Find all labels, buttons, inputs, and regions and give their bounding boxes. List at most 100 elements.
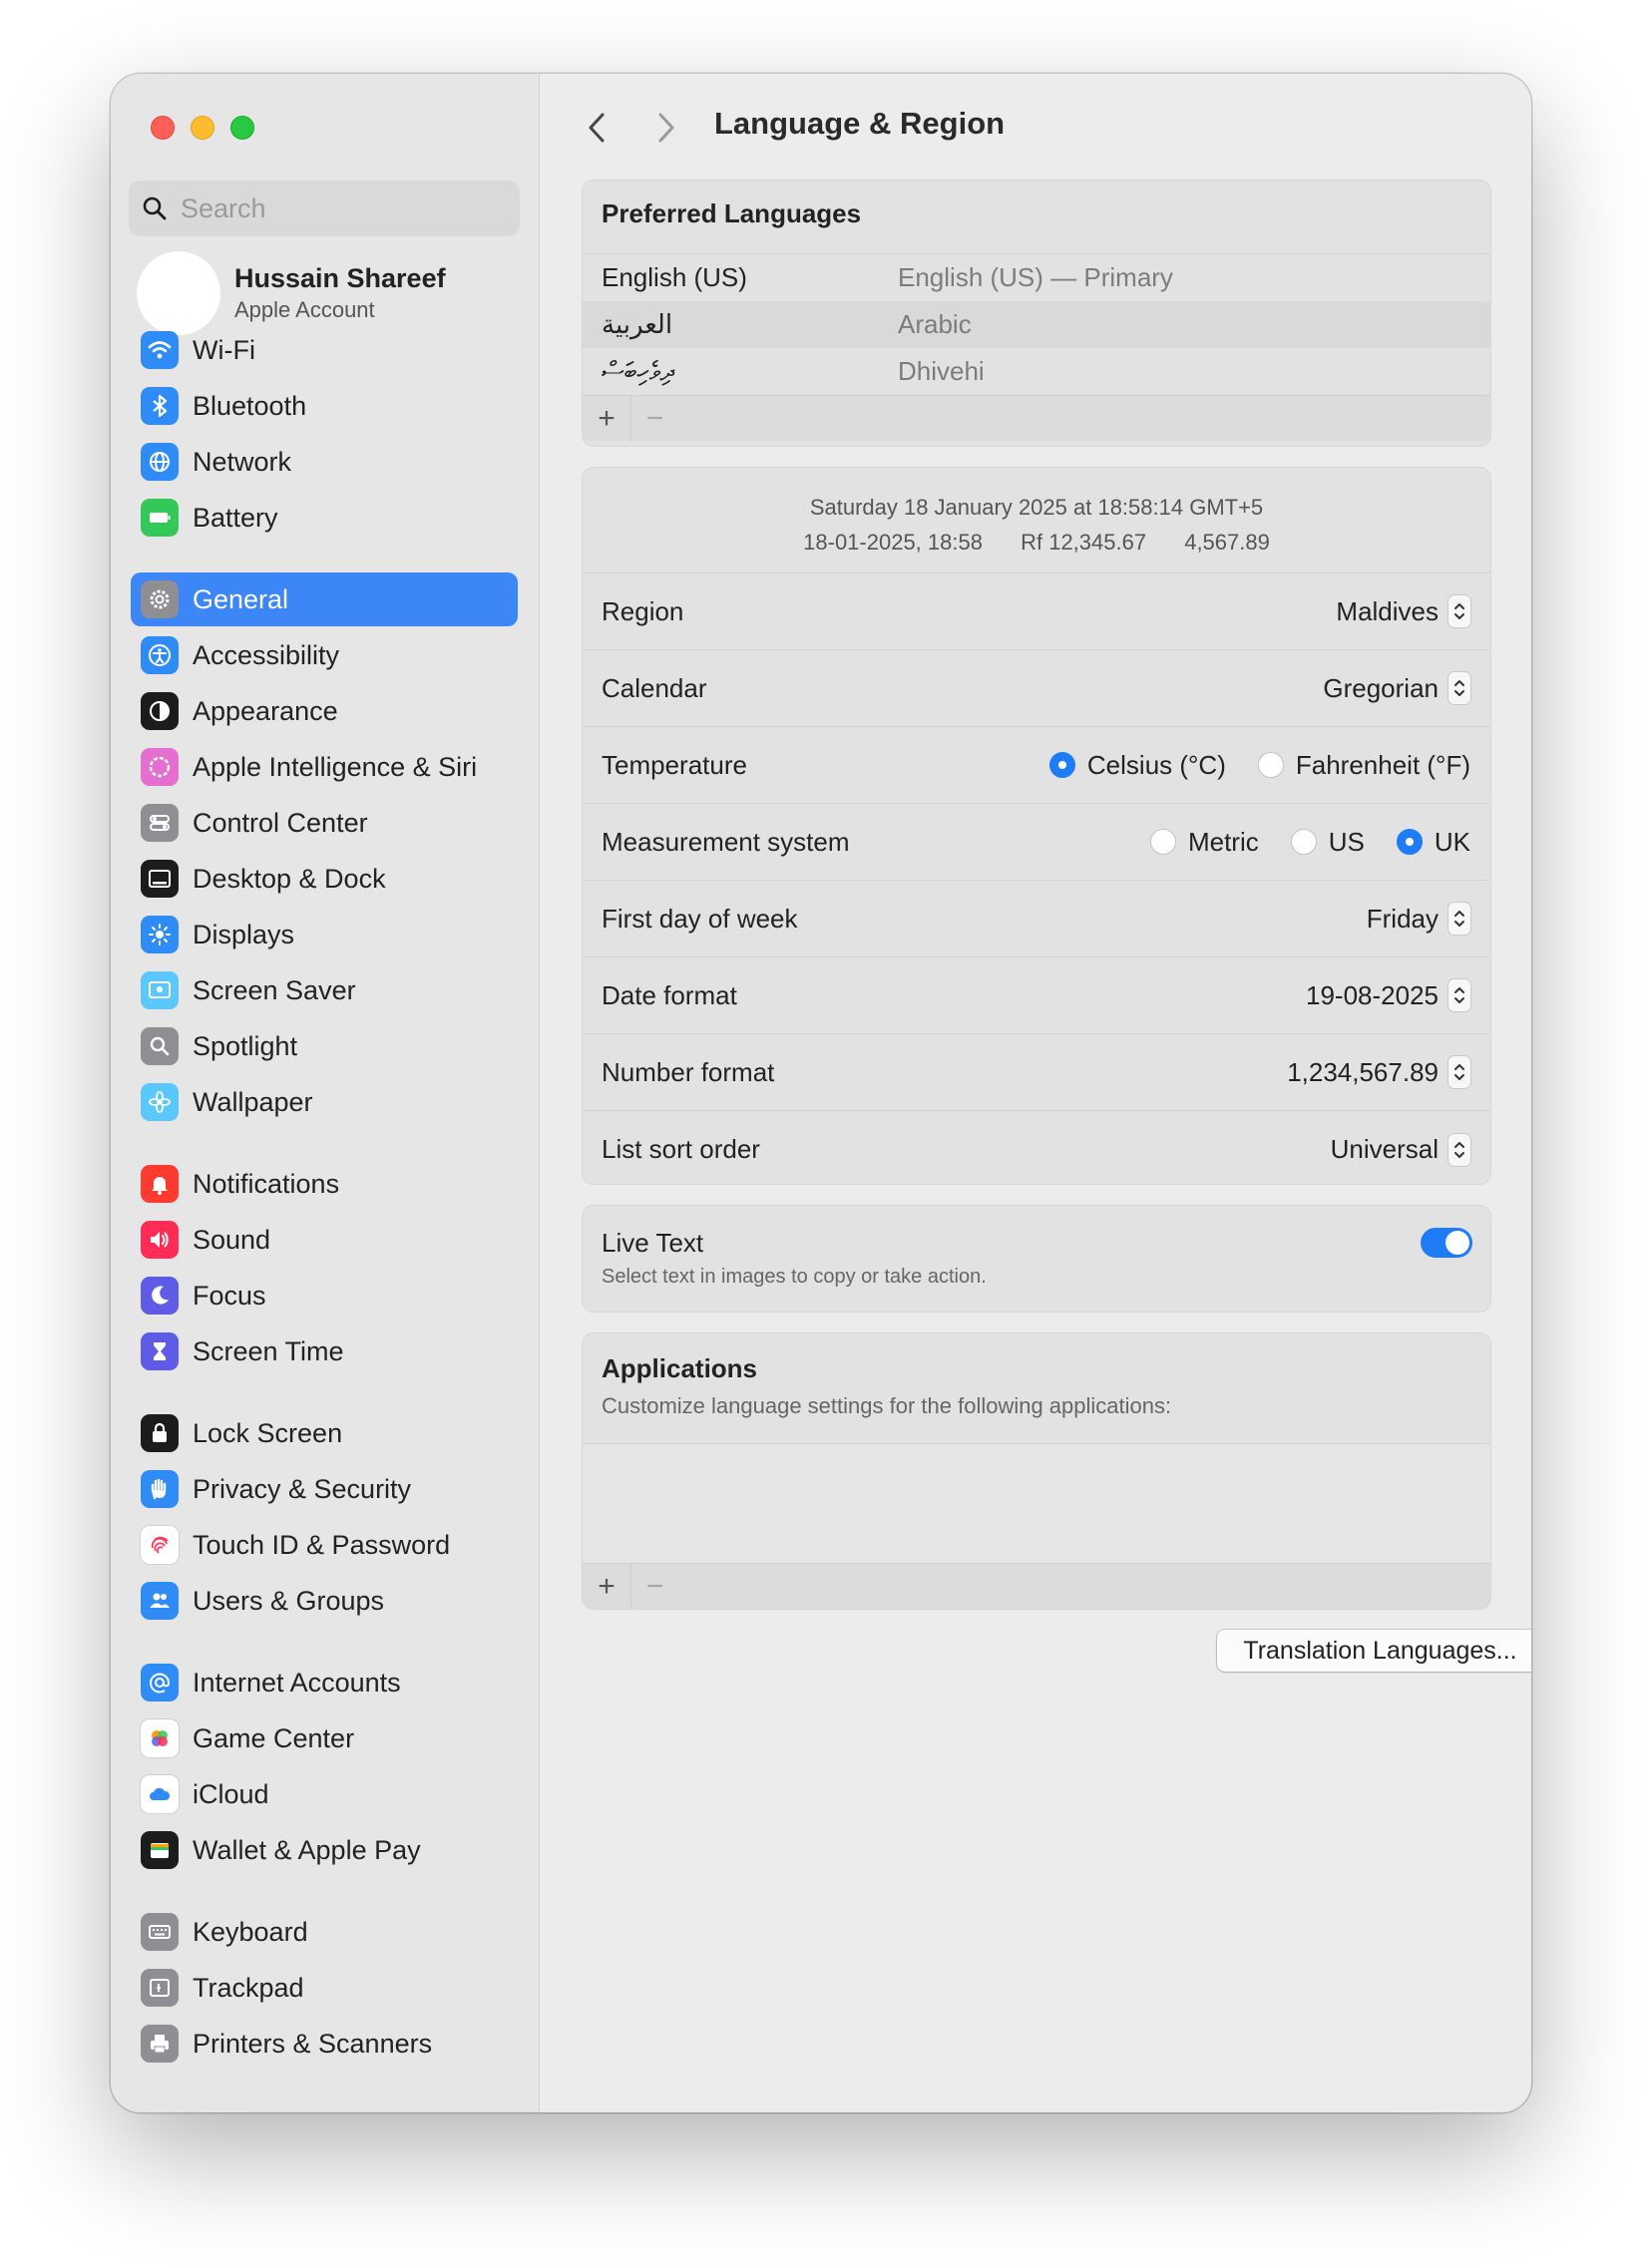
sidebar-item-wi-fi[interactable]: Wi-Fi — [131, 323, 518, 377]
sidebar-item-trackpad[interactable]: Trackpad — [131, 1961, 518, 2015]
sidebar-item-accessibility[interactable]: Accessibility — [131, 628, 518, 682]
updown-chevron-icon — [1448, 672, 1470, 704]
sidebar-item-displays[interactable]: Displays — [131, 908, 518, 961]
us-radio[interactable]: US — [1290, 827, 1365, 858]
gear-icon — [141, 580, 179, 618]
sidebar-item-label: Displays — [193, 919, 295, 949]
measurement-radio-group: Metric US UK — [1118, 827, 1470, 858]
minimize-window-button[interactable] — [191, 116, 214, 140]
add-application-button[interactable]: + — [583, 1564, 630, 1610]
fahrenheit-radio[interactable]: Fahrenheit (°F) — [1257, 750, 1470, 781]
sun-icon — [141, 916, 179, 953]
sidebar-item-bluetooth[interactable]: Bluetooth — [131, 379, 518, 433]
fingerprint-icon — [141, 1526, 179, 1564]
sort-order-popup[interactable]: Universal — [1331, 1133, 1470, 1166]
wallet-icon — [141, 1831, 179, 1869]
format-preview-number: 4,567.89 — [1184, 530, 1270, 555]
sidebar-item-desktop-dock[interactable]: Desktop & Dock — [131, 852, 518, 906]
sidebar-item-notifications[interactable]: Notifications — [131, 1157, 518, 1211]
sidebar-item-general[interactable]: General — [131, 572, 518, 626]
sidebar-item-label: General — [193, 583, 289, 614]
uk-radio[interactable]: UK — [1396, 827, 1470, 858]
radio-selected-indicator — [1048, 752, 1075, 778]
sidebar-item-apple-intelligence-siri[interactable]: Apple Intelligence & Siri — [131, 740, 518, 794]
search-input[interactable] — [181, 192, 500, 224]
first-day-popup[interactable]: Friday — [1367, 903, 1470, 935]
printer-icon — [141, 2025, 179, 2063]
date-format-popup[interactable]: 19-08-2025 — [1306, 979, 1470, 1011]
sidebar-item-battery[interactable]: Battery — [131, 491, 518, 545]
sidebar-item-internet-accounts[interactable]: Internet Accounts — [131, 1656, 518, 1709]
calendar-popup[interactable]: Gregorian — [1323, 672, 1470, 704]
language-description: Dhivehi — [898, 356, 985, 386]
sidebar-item-label: Accessibility — [193, 639, 340, 670]
number-format-label: Number format — [602, 1056, 775, 1087]
sidebar-item-focus[interactable]: Focus — [131, 1269, 518, 1323]
search-icon — [143, 196, 167, 220]
sidebar-item-screen-time[interactable]: Screen Time — [131, 1324, 518, 1378]
first-day-label: First day of week — [602, 903, 798, 934]
forward-button[interactable] — [651, 110, 681, 146]
close-window-button[interactable] — [151, 116, 175, 140]
language-description: Arabic — [898, 309, 972, 339]
calendar-row: Calendar Gregorian — [583, 650, 1490, 727]
measurement-row: Measurement system Metric US UK — [583, 804, 1490, 881]
trackpad-icon — [141, 1969, 179, 2007]
screen-saver-icon — [141, 971, 179, 1009]
sidebar-item-lock-screen[interactable]: Lock Screen — [131, 1406, 518, 1460]
sidebar-item-game-center[interactable]: Game Center — [131, 1711, 518, 1765]
language-row[interactable]: العربية Arabic — [583, 301, 1490, 348]
sidebar-item-appearance[interactable]: Appearance — [131, 684, 518, 738]
remove-application-button[interactable]: − — [630, 1563, 678, 1609]
translation-languages-button[interactable]: Translation Languages... — [1217, 1630, 1531, 1672]
magnifier-icon — [141, 1027, 179, 1065]
number-format-popup[interactable]: 1,234,567.89 — [1287, 1056, 1470, 1088]
dock-icon — [141, 860, 179, 898]
sidebar-item-control-center[interactable]: Control Center — [131, 796, 518, 850]
sidebar-item-label: Printers & Scanners — [193, 2028, 433, 2059]
globe-icon — [141, 443, 179, 481]
sidebar-search[interactable] — [129, 181, 520, 236]
sidebar-item-wallet-apple-pay[interactable]: Wallet & Apple Pay — [131, 1823, 518, 1877]
sidebar-item-network[interactable]: Network — [131, 435, 518, 489]
sidebar-item-label: Lock Screen — [193, 1417, 343, 1448]
remove-language-button[interactable]: − — [630, 395, 678, 442]
sidebar-item-sound[interactable]: Sound — [131, 1213, 518, 1267]
hourglass-icon — [141, 1332, 179, 1370]
live-text-toggle[interactable] — [1421, 1228, 1472, 1258]
format-preview: Saturday 18 January 2025 at 18:58:14 GMT… — [583, 468, 1490, 573]
back-button[interactable] — [582, 110, 612, 146]
sidebar-item-spotlight[interactable]: Spotlight — [131, 1019, 518, 1073]
sidebar-item-screen-saver[interactable]: Screen Saver — [131, 963, 518, 1017]
radio-indicator — [1290, 829, 1317, 855]
sidebar-item-label: Touch ID & Password — [193, 1529, 451, 1560]
language-row[interactable]: English (US) English (US) — Primary — [583, 254, 1490, 301]
region-popup[interactable]: Maldives — [1336, 595, 1470, 627]
applications-card: Applications Customize language settings… — [582, 1332, 1491, 1610]
add-language-button[interactable]: + — [583, 396, 630, 442]
applications-list[interactable] — [583, 1443, 1490, 1565]
main-pane: Language & Region Preferred Languages En… — [542, 74, 1531, 2112]
sidebar-item-icloud[interactable]: iCloud — [131, 1767, 518, 1821]
metric-radio[interactable]: Metric — [1149, 827, 1259, 858]
language-name: ދިވެހިބަސް — [602, 355, 674, 386]
sidebar-item-privacy-security[interactable]: Privacy & Security — [131, 1462, 518, 1516]
celsius-radio[interactable]: Celsius (°C) — [1048, 750, 1226, 781]
language-row[interactable]: ދިވެހިބަސް Dhivehi — [583, 348, 1490, 395]
applications-subtitle: Customize language settings for the foll… — [602, 1393, 1172, 1418]
sidebar-item-label: Desktop & Dock — [193, 863, 386, 894]
sidebar-item-printers-scanners[interactable]: Printers & Scanners — [131, 2017, 518, 2071]
updown-chevron-icon — [1448, 1133, 1470, 1166]
sidebar-item-label: Users & Groups — [193, 1585, 385, 1616]
sidebar-item-label: Spotlight — [193, 1030, 298, 1061]
sidebar-item-touch-id-password[interactable]: Touch ID & Password — [131, 1518, 518, 1572]
live-text-subtitle: Select text in images to copy or take ac… — [602, 1266, 987, 1288]
sidebar-item-label: Screen Saver — [193, 974, 356, 1005]
sidebar-item-label: Apple Intelligence & Siri — [193, 751, 478, 782]
sidebar-item-label: iCloud — [193, 1778, 269, 1809]
zoom-window-button[interactable] — [230, 116, 254, 140]
applications-title: Applications — [602, 1353, 758, 1383]
sidebar-item-users-groups[interactable]: Users & Groups — [131, 1574, 518, 1628]
sidebar-item-keyboard[interactable]: Keyboard — [131, 1905, 518, 1959]
sidebar-item-wallpaper[interactable]: Wallpaper — [131, 1075, 518, 1129]
